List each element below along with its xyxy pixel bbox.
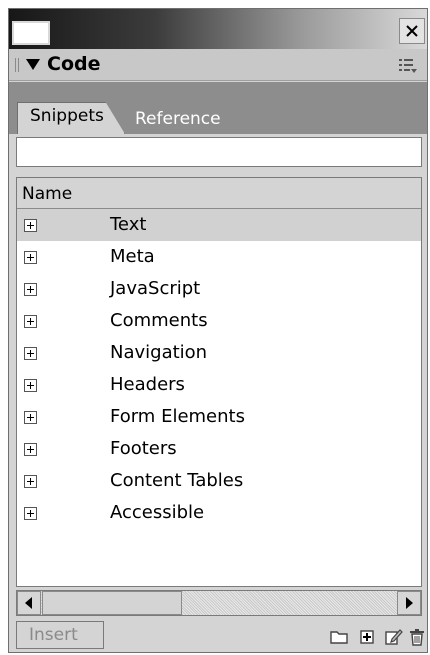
close-icon [406, 25, 418, 37]
drag-grip-icon[interactable] [15, 58, 21, 72]
collapse-arrow-icon[interactable] [26, 59, 40, 71]
expand-icon[interactable] [24, 443, 37, 456]
delete-icon[interactable] [407, 627, 427, 647]
window-title-bar[interactable] [9, 9, 427, 49]
expand-icon[interactable] [24, 411, 37, 424]
expand-icon[interactable] [24, 507, 37, 520]
expand-icon[interactable] [24, 219, 37, 232]
list-item[interactable]: Meta [17, 241, 421, 273]
name-column-header[interactable]: Name [17, 178, 421, 209]
scroll-left-button[interactable] [17, 591, 41, 615]
expand-icon[interactable] [24, 379, 37, 392]
scroll-right-button[interactable] [397, 591, 421, 615]
tab-snippets[interactable]: Snippets [17, 102, 125, 134]
expand-icon[interactable] [24, 251, 37, 264]
tab-reference[interactable]: Reference [135, 109, 221, 131]
list-item-label: Footers [110, 438, 177, 459]
bottom-toolbar: Insert [9, 621, 427, 652]
list-item-label: Meta [110, 246, 155, 267]
list-item[interactable]: JavaScript [17, 273, 421, 305]
insert-button[interactable]: Insert [16, 621, 104, 649]
close-button[interactable] [399, 18, 425, 44]
list-item-label: Headers [110, 374, 185, 395]
list-item[interactable]: Accessible [17, 497, 421, 529]
snippet-list[interactable]: Name Text Meta JavaScript Comments Navig… [16, 177, 422, 587]
list-item-label: Form Elements [110, 406, 245, 427]
options-menu-icon[interactable] [399, 58, 417, 74]
list-item[interactable]: Text [17, 209, 421, 241]
new-folder-icon[interactable] [329, 627, 349, 647]
code-panel: Code Snippets Reference Name Text Meta J… [8, 8, 428, 653]
edit-snippet-icon[interactable] [383, 627, 403, 647]
expand-icon[interactable] [24, 283, 37, 296]
title-placeholder-box [12, 21, 50, 45]
list-item[interactable]: Content Tables [17, 465, 421, 497]
horizontal-scrollbar[interactable] [16, 590, 422, 616]
list-item-label: Comments [110, 310, 208, 331]
tab-strip: Snippets Reference [9, 82, 427, 134]
scroll-thumb[interactable] [42, 591, 182, 615]
list-item-label: Accessible [110, 502, 205, 523]
list-item[interactable]: Headers [17, 369, 421, 401]
list-item[interactable]: Footers [17, 433, 421, 465]
list-item-label: JavaScript [110, 278, 201, 299]
list-item[interactable]: Navigation [17, 337, 421, 369]
expand-icon[interactable] [24, 475, 37, 488]
list-item-label: Navigation [110, 342, 208, 363]
panel-title: Code [47, 53, 101, 75]
expand-icon[interactable] [24, 347, 37, 360]
list-item-label: Text [110, 214, 147, 235]
list-item-label: Content Tables [110, 470, 244, 491]
arrow-left-icon [25, 597, 32, 609]
list-item[interactable]: Form Elements [17, 401, 421, 433]
list-item[interactable]: Comments [17, 305, 421, 337]
arrow-right-icon [406, 597, 413, 609]
panel-header[interactable]: Code [9, 49, 427, 81]
expand-icon[interactable] [24, 315, 37, 328]
snippet-description-field[interactable] [16, 137, 422, 167]
new-snippet-icon[interactable] [357, 627, 377, 647]
